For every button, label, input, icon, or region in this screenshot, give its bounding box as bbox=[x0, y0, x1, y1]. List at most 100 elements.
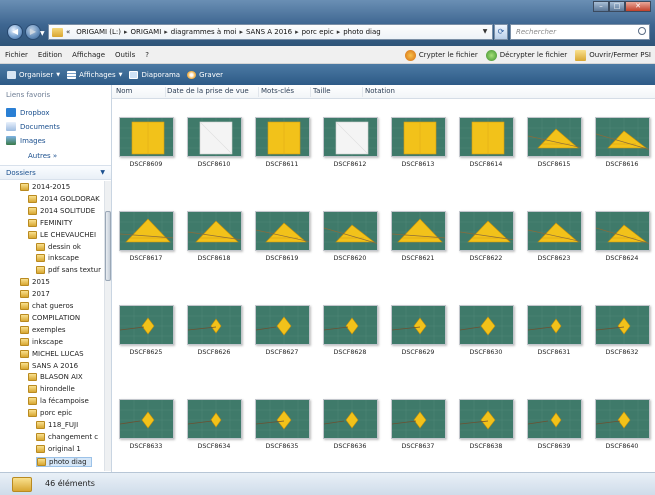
tree-folder-item[interactable]: LE CHEVAUCHEI bbox=[28, 230, 96, 239]
file-thumbnail-item[interactable]: DSCF8625 bbox=[114, 287, 178, 357]
more-favorites-link[interactable]: Autres » bbox=[28, 152, 57, 160]
tree-folder-item[interactable]: inkscape bbox=[36, 254, 79, 263]
search-input[interactable]: Rechercher bbox=[510, 24, 650, 40]
tree-folder-item[interactable]: 2017 bbox=[20, 290, 50, 299]
column-header-size[interactable]: Taille bbox=[313, 87, 363, 97]
tree-folder-item[interactable]: 118_FUJI bbox=[36, 421, 78, 429]
tree-folder-item[interactable]: chat gueros bbox=[20, 302, 73, 310]
column-header-name[interactable]: Nom bbox=[116, 87, 166, 97]
file-thumbnail-item[interactable]: DSCF8635 bbox=[250, 381, 314, 451]
file-thumbnail-item[interactable]: DSCF8610 bbox=[182, 99, 246, 169]
file-thumbnail-item[interactable]: DSCF8619 bbox=[250, 193, 314, 263]
favorite-images[interactable]: Images bbox=[6, 136, 46, 145]
breadcrumb-item[interactable]: photo diag bbox=[343, 28, 381, 36]
address-bar[interactable]: «ORIGAMI (L:) ▸ ORIGAMI ▸ diagrammes à moi ▸ S… bbox=[48, 24, 493, 40]
file-thumbnail-item[interactable]: DSCF8612 bbox=[318, 99, 382, 169]
folders-header[interactable]: Dossiers ▼ bbox=[0, 165, 111, 180]
file-thumbnail-item[interactable]: DSCF8620 bbox=[318, 193, 382, 263]
column-header-rating[interactable]: Notation bbox=[365, 87, 415, 97]
file-thumbnail-item[interactable]: DSCF8630 bbox=[454, 287, 518, 357]
tree-folder-item[interactable]: BLASON AIX bbox=[28, 373, 83, 382]
open-close-psi-button[interactable]: Ouvrir/Fermer PSI bbox=[575, 49, 651, 61]
file-thumbnail-item[interactable]: DSCF8622 bbox=[454, 193, 518, 263]
breadcrumb-item[interactable]: ORIGAMI bbox=[131, 28, 162, 36]
file-thumbnail-item[interactable]: DSCF8609 bbox=[114, 99, 178, 169]
file-thumbnail-item[interactable]: DSCF8626 bbox=[182, 287, 246, 357]
tree-folder-item[interactable]: hirondelle bbox=[28, 385, 75, 394]
file-thumbnail-item[interactable]: DSCF8613 bbox=[386, 99, 450, 169]
file-thumbnail-item[interactable]: DSCF8631 bbox=[522, 287, 586, 357]
tree-folder-item[interactable]: SANS A 2016 bbox=[20, 361, 78, 370]
tree-folder-item[interactable]: 2014 GOLDORAK bbox=[28, 194, 100, 203]
menu-outils[interactable]: Outils bbox=[110, 51, 140, 59]
tree-folder-item[interactable]: pdf sans textur bbox=[36, 266, 101, 275]
views-button[interactable]: Affichages ▼ bbox=[67, 70, 122, 79]
encrypt-file-button[interactable]: Crypter le fichier bbox=[404, 49, 478, 61]
burn-button[interactable]: Graver bbox=[187, 70, 223, 79]
breadcrumb-separator-icon[interactable]: ▸ bbox=[164, 28, 168, 36]
file-thumbnail-item[interactable]: DSCF8632 bbox=[590, 287, 654, 357]
file-thumbnail-item[interactable]: DSCF8629 bbox=[386, 287, 450, 357]
breadcrumb-overflow[interactable]: « bbox=[66, 28, 70, 36]
menu-edition[interactable]: Edition bbox=[33, 51, 67, 59]
forward-button[interactable]: ▶ bbox=[25, 24, 41, 40]
file-thumbnail-item[interactable]: DSCF8615 bbox=[522, 99, 586, 169]
file-thumbnail-item[interactable]: DSCF8628 bbox=[318, 287, 382, 357]
close-button[interactable]: ✕ bbox=[625, 1, 651, 12]
tree-folder-item[interactable]: exemples bbox=[20, 325, 66, 334]
tree-folder-item[interactable]: inkscape bbox=[20, 337, 63, 346]
tree-scrollbar[interactable] bbox=[104, 181, 111, 471]
column-header-date[interactable]: Date de la prise de vue bbox=[167, 87, 259, 97]
file-thumbnail-item[interactable]: DSCF8611 bbox=[250, 99, 314, 169]
favorite-documents[interactable]: Documents bbox=[6, 122, 60, 131]
file-thumbnail-item[interactable]: DSCF8636 bbox=[318, 381, 382, 451]
tree-folder-item[interactable]: la fécampoise bbox=[28, 397, 89, 406]
address-dropdown-icon[interactable]: ▼ bbox=[478, 25, 492, 39]
maximize-button[interactable]: □ bbox=[609, 1, 625, 12]
breadcrumb-item[interactable]: SANS A 2016 bbox=[246, 28, 292, 36]
breadcrumb-separator-icon[interactable]: ▸ bbox=[239, 28, 243, 36]
file-thumbnail-item[interactable]: DSCF8617 bbox=[114, 193, 178, 263]
minimize-button[interactable]: – bbox=[593, 1, 609, 12]
tree-folder-item[interactable]: 2014 SOLITUDE bbox=[28, 206, 95, 215]
file-thumbnail-item[interactable]: DSCF8627 bbox=[250, 287, 314, 357]
tree-scrollbar-thumb[interactable] bbox=[105, 211, 111, 281]
tree-folder-item[interactable]: COMPILATION bbox=[20, 313, 80, 322]
tree-folder-item[interactable]: changement c bbox=[36, 432, 98, 441]
back-button[interactable]: ◀ bbox=[7, 24, 23, 40]
file-thumbnail-item[interactable]: DSCF8616 bbox=[590, 99, 654, 169]
file-thumbnail-item[interactable]: DSCF8639 bbox=[522, 381, 586, 451]
file-thumbnail-item[interactable]: DSCF8618 bbox=[182, 193, 246, 263]
menu-fichier[interactable]: Fichier bbox=[0, 51, 33, 59]
menu-help[interactable]: ? bbox=[140, 51, 154, 59]
menu-affichage[interactable]: Affichage bbox=[67, 51, 110, 59]
slideshow-button[interactable]: Diaporama bbox=[129, 70, 180, 79]
file-thumbnail-item[interactable]: DSCF8624 bbox=[590, 193, 654, 263]
tree-folder-item[interactable]: photo diag bbox=[36, 456, 92, 467]
tree-folder-item[interactable]: FEMINITY bbox=[28, 218, 72, 227]
breadcrumb-item[interactable]: diagrammes à moi bbox=[171, 28, 237, 36]
file-thumbnail-item[interactable]: DSCF8623 bbox=[522, 193, 586, 263]
file-thumbnail-item[interactable]: DSCF8614 bbox=[454, 99, 518, 169]
file-thumbnail-item[interactable]: DSCF8640 bbox=[590, 381, 654, 451]
decrypt-file-button[interactable]: Décrypter le fichier bbox=[485, 49, 567, 61]
tree-folder-item[interactable]: MICHEL LUCAS bbox=[20, 349, 84, 358]
file-thumbnail-item[interactable]: DSCF8633 bbox=[114, 381, 178, 451]
file-thumbnail-item[interactable]: DSCF8621 bbox=[386, 193, 450, 263]
breadcrumb-item[interactable]: ORIGAMI (L:) bbox=[76, 28, 121, 36]
breadcrumb-separator-icon[interactable]: ▸ bbox=[295, 28, 299, 36]
tree-folder-item[interactable]: porc epic bbox=[28, 409, 72, 418]
history-dropdown-icon[interactable]: ▼ bbox=[40, 30, 45, 37]
tree-folder-item[interactable]: dessin ok bbox=[36, 242, 81, 251]
file-thumbnail-item[interactable]: DSCF8638 bbox=[454, 381, 518, 451]
breadcrumb-separator-icon[interactable]: ▸ bbox=[124, 28, 128, 36]
file-thumbnail-item[interactable]: DSCF8637 bbox=[386, 381, 450, 451]
file-thumbnail-item[interactable]: DSCF8634 bbox=[182, 381, 246, 451]
organize-button[interactable]: Organiser ▼ bbox=[7, 70, 60, 79]
tree-folder-item[interactable]: original 1 bbox=[36, 444, 81, 453]
breadcrumb-separator-icon[interactable]: ▸ bbox=[337, 28, 341, 36]
tree-folder-item[interactable]: 2014-2015 bbox=[20, 183, 70, 191]
favorite-dropbox[interactable]: Dropbox bbox=[6, 108, 50, 117]
tree-folder-item[interactable]: 2015 bbox=[20, 278, 50, 287]
column-header-keywords[interactable]: Mots-clés bbox=[261, 87, 311, 97]
